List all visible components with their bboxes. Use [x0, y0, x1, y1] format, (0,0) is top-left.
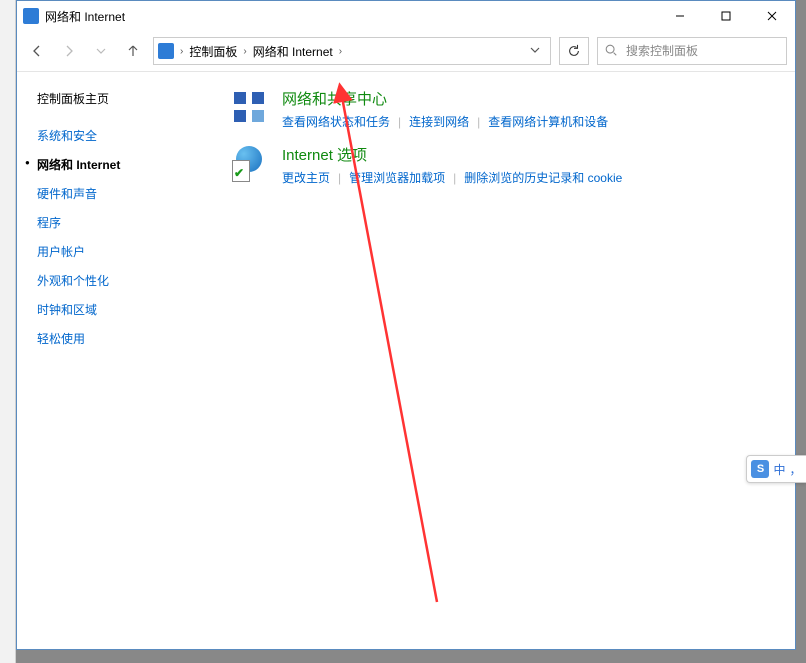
address-bar: › 控制面板 › 网络和 Internet ›	[17, 31, 795, 71]
sidebar-home-link[interactable]: 控制面板主页	[37, 90, 109, 107]
ime-separator: ，	[790, 461, 802, 478]
link-view-network-status[interactable]: 查看网络状态和任务	[282, 113, 390, 130]
maximize-button[interactable]	[703, 1, 749, 31]
minimize-button[interactable]	[657, 1, 703, 31]
chevron-right-icon[interactable]: ›	[180, 46, 183, 57]
chevron-right-icon[interactable]: ›	[339, 46, 342, 57]
link-change-homepage[interactable]: 更改主页	[282, 169, 330, 186]
breadcrumb-seg-control-panel[interactable]: 控制面板	[185, 38, 241, 64]
search-box[interactable]	[597, 37, 787, 65]
link-manage-addons[interactable]: 管理浏览器加载项	[349, 169, 445, 186]
window-icon	[23, 8, 39, 24]
forward-button[interactable]	[57, 39, 81, 63]
window-controls	[657, 1, 795, 31]
ime-floating-bar[interactable]: S 中 ，	[746, 455, 806, 483]
breadcrumb-dropdown[interactable]	[524, 44, 546, 58]
search-input[interactable]	[624, 43, 783, 59]
breadcrumb-icon	[158, 43, 174, 59]
main-panel: 网络和共享中心 查看网络状态和任务 | 连接到网络 | 查看网络计算机和设备 ✔	[222, 72, 795, 649]
chevron-right-icon[interactable]: ›	[243, 46, 246, 57]
sidebar-item-system-security[interactable]: 系统和安全	[37, 121, 222, 150]
link-connect-to-network[interactable]: 连接到网络	[409, 113, 469, 130]
search-icon	[604, 43, 618, 60]
sidebar-item-programs[interactable]: 程序	[37, 208, 222, 237]
link-separator: |	[477, 115, 480, 129]
sidebar-item-clock-region[interactable]: 时钟和区域	[37, 295, 222, 324]
link-view-network-devices[interactable]: 查看网络计算机和设备	[488, 113, 608, 130]
sidebar: 控制面板主页 系统和安全 网络和 Internet 硬件和声音 程序 用户帐户 …	[17, 72, 222, 649]
breadcrumb[interactable]: › 控制面板 › 网络和 Internet ›	[153, 37, 551, 65]
internet-options-icon: ✔	[230, 144, 270, 184]
sidebar-item-user-accounts[interactable]: 用户帐户	[37, 237, 222, 266]
window-title: 网络和 Internet	[45, 8, 125, 25]
up-button[interactable]	[121, 39, 145, 63]
close-button[interactable]	[749, 1, 795, 31]
category-title-network-sharing[interactable]: 网络和共享中心	[282, 88, 387, 109]
link-delete-history-cookies[interactable]: 删除浏览的历史记录和 cookie	[464, 169, 622, 186]
sidebar-item-hardware-sound[interactable]: 硬件和声音	[37, 179, 222, 208]
link-separator: |	[338, 171, 341, 185]
back-button[interactable]	[25, 39, 49, 63]
category-internet-options: ✔ Internet 选项 更改主页 | 管理浏览器加载项 | 删除浏览的历史记…	[230, 144, 775, 186]
content-area: 控制面板主页 系统和安全 网络和 Internet 硬件和声音 程序 用户帐户 …	[17, 72, 795, 649]
background-edge	[0, 0, 16, 663]
refresh-button[interactable]	[559, 37, 589, 65]
titlebar-left: 网络和 Internet	[23, 8, 125, 25]
sidebar-list: 系统和安全 网络和 Internet 硬件和声音 程序 用户帐户 外观和个性化 …	[37, 121, 222, 353]
category-network-sharing: 网络和共享中心 查看网络状态和任务 | 连接到网络 | 查看网络计算机和设备	[230, 88, 775, 130]
recent-locations-button[interactable]	[89, 39, 113, 63]
network-sharing-icon	[230, 88, 270, 128]
control-panel-window: 网络和 Internet › 控	[16, 0, 796, 650]
link-separator: |	[453, 171, 456, 185]
sidebar-item-ease-of-access[interactable]: 轻松使用	[37, 324, 222, 353]
ime-mode-label[interactable]: 中	[773, 461, 785, 478]
link-separator: |	[398, 115, 401, 129]
sidebar-item-network-internet[interactable]: 网络和 Internet	[37, 150, 222, 179]
category-title-internet-options[interactable]: Internet 选项	[282, 144, 367, 165]
breadcrumb-seg-network-internet[interactable]: 网络和 Internet	[249, 38, 337, 64]
titlebar: 网络和 Internet	[17, 1, 795, 31]
sidebar-item-appearance[interactable]: 外观和个性化	[37, 266, 222, 295]
ime-logo-icon: S	[751, 460, 769, 478]
